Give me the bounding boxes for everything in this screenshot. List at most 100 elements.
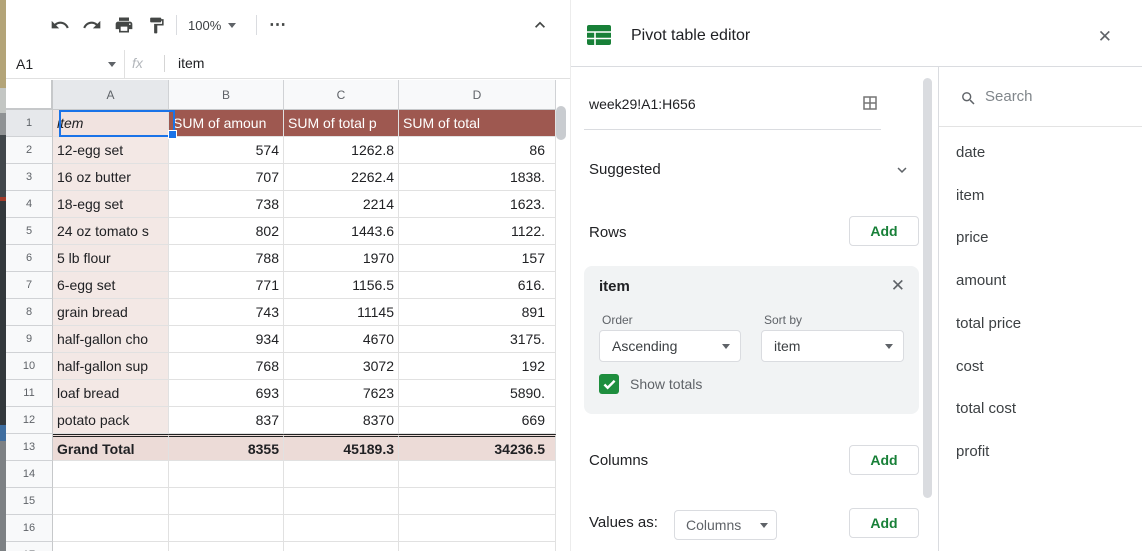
cell-A1[interactable]: item (53, 110, 169, 137)
cell-D9[interactable]: 3175. (399, 326, 556, 353)
cell-C7[interactable]: 1156.5 (284, 272, 399, 299)
cell-D5[interactable]: 1122. (399, 218, 556, 245)
field-item-date[interactable]: date (956, 144, 985, 164)
cell-C8[interactable]: 11145 (284, 299, 399, 326)
row-header-7[interactable]: 7 (6, 272, 53, 299)
field-item-total-price[interactable]: total price (956, 315, 1021, 335)
cell-C16[interactable] (284, 515, 399, 542)
cell-B17[interactable] (169, 542, 284, 551)
cell-B9[interactable]: 934 (169, 326, 284, 353)
cell-B5[interactable]: 802 (169, 218, 284, 245)
field-item-profit[interactable]: profit (956, 443, 989, 463)
cell-D10[interactable]: 192 (399, 353, 556, 380)
checkbox-checked-icon[interactable] (599, 374, 619, 394)
row-header-4[interactable]: 4 (6, 191, 53, 218)
cell-reference-box[interactable]: A1 (6, 50, 125, 78)
cell-D7[interactable]: 616. (399, 272, 556, 299)
cell-B16[interactable] (169, 515, 284, 542)
remove-item-icon[interactable]: ✕ (891, 277, 905, 294)
cell-B7[interactable]: 771 (169, 272, 284, 299)
select-data-range-icon[interactable] (861, 94, 879, 112)
values-as-select[interactable]: Columns (674, 510, 777, 540)
zoom-select[interactable]: 100% (184, 9, 240, 41)
cell-B11[interactable]: 693 (169, 380, 284, 407)
cell-C2[interactable]: 1262.8 (284, 137, 399, 164)
row-header-9[interactable]: 9 (6, 326, 53, 353)
cell-C13[interactable]: 45189.3 (284, 434, 399, 461)
field-item-price[interactable]: price (956, 229, 989, 249)
field-item-item[interactable]: item (956, 187, 984, 207)
editor-scrollbar[interactable] (923, 78, 932, 498)
add-rows-button[interactable]: Add (849, 216, 919, 246)
cell-B1[interactable]: SUM of amoun (169, 110, 284, 137)
cell-A9[interactable]: half-gallon cho (53, 326, 169, 353)
cell-A7[interactable]: 6-egg set (53, 272, 169, 299)
cell-D8[interactable]: 891 (399, 299, 556, 326)
cell-A5[interactable]: 24 oz tomato s (53, 218, 169, 245)
cell-A13[interactable]: Grand Total (53, 434, 169, 461)
cell-C10[interactable]: 3072 (284, 353, 399, 380)
cell-B10[interactable]: 768 (169, 353, 284, 380)
row-header-6[interactable]: 6 (6, 245, 53, 272)
cell-A15[interactable] (53, 488, 169, 515)
row-header-15[interactable]: 15 (6, 488, 53, 515)
column-header-B[interactable]: B (169, 80, 284, 110)
cell-B15[interactable] (169, 488, 284, 515)
paint-format-icon[interactable] (140, 9, 172, 41)
cell-C6[interactable]: 1970 (284, 245, 399, 272)
redo-icon[interactable] (76, 9, 108, 41)
cell-A12[interactable]: potato pack (53, 407, 169, 434)
undo-icon[interactable] (44, 9, 76, 41)
cell-C15[interactable] (284, 488, 399, 515)
cell-A6[interactable]: 5 lb flour (53, 245, 169, 272)
field-item-amount[interactable]: amount (956, 272, 1006, 292)
row-header-17[interactable]: 17 (6, 542, 53, 551)
more-options-icon[interactable]: ⋯ (262, 9, 294, 41)
field-item-cost[interactable]: cost (956, 358, 984, 378)
add-columns-button[interactable]: Add (849, 445, 919, 475)
cell-A8[interactable]: grain bread (53, 299, 169, 326)
row-header-1[interactable]: 1 (6, 110, 53, 137)
cell-D17[interactable] (399, 542, 556, 551)
order-select[interactable]: Ascending (599, 330, 741, 362)
cell-C12[interactable]: 8370 (284, 407, 399, 434)
collapse-toolbar-icon[interactable] (524, 9, 556, 41)
field-item-total-cost[interactable]: total cost (956, 400, 1016, 420)
row-header-13[interactable]: 13 (6, 434, 53, 461)
cell-A3[interactable]: 16 oz butter (53, 164, 169, 191)
row-header-12[interactable]: 12 (6, 407, 53, 434)
row-header-3[interactable]: 3 (6, 164, 53, 191)
cell-A10[interactable]: half-gallon sup (53, 353, 169, 380)
row-header-2[interactable]: 2 (6, 137, 53, 164)
cell-B12[interactable]: 837 (169, 407, 284, 434)
select-all-corner[interactable] (6, 80, 53, 110)
cell-C9[interactable]: 4670 (284, 326, 399, 353)
row-header-10[interactable]: 10 (6, 353, 53, 380)
cell-A17[interactable] (53, 542, 169, 551)
cell-D14[interactable] (399, 461, 556, 488)
cell-C5[interactable]: 1443.6 (284, 218, 399, 245)
print-icon[interactable] (108, 9, 140, 41)
cell-C3[interactable]: 2262.4 (284, 164, 399, 191)
cell-D6[interactable]: 157 (399, 245, 556, 272)
cell-D12[interactable]: 669 (399, 407, 556, 434)
add-values-button[interactable]: Add (849, 508, 919, 538)
cell-D1[interactable]: SUM of total (399, 110, 556, 137)
formula-input[interactable]: item (178, 55, 204, 71)
row-header-16[interactable]: 16 (6, 515, 53, 542)
row-header-5[interactable]: 5 (6, 218, 53, 245)
cell-D2[interactable]: 86 (399, 137, 556, 164)
row-header-8[interactable]: 8 (6, 299, 53, 326)
cell-D4[interactable]: 1623. (399, 191, 556, 218)
cell-D13[interactable]: 34236.5 (399, 434, 556, 461)
search-input[interactable]: Search (939, 67, 1142, 127)
row-header-14[interactable]: 14 (6, 461, 53, 488)
column-header-D[interactable]: D (399, 80, 556, 110)
cell-B8[interactable]: 743 (169, 299, 284, 326)
suggested-section-toggle[interactable]: Suggested (584, 158, 919, 184)
cell-B4[interactable]: 738 (169, 191, 284, 218)
cell-A11[interactable]: loaf bread (53, 380, 169, 407)
cell-A2[interactable]: 12-egg set (53, 137, 169, 164)
cell-D15[interactable] (399, 488, 556, 515)
cell-B3[interactable]: 707 (169, 164, 284, 191)
